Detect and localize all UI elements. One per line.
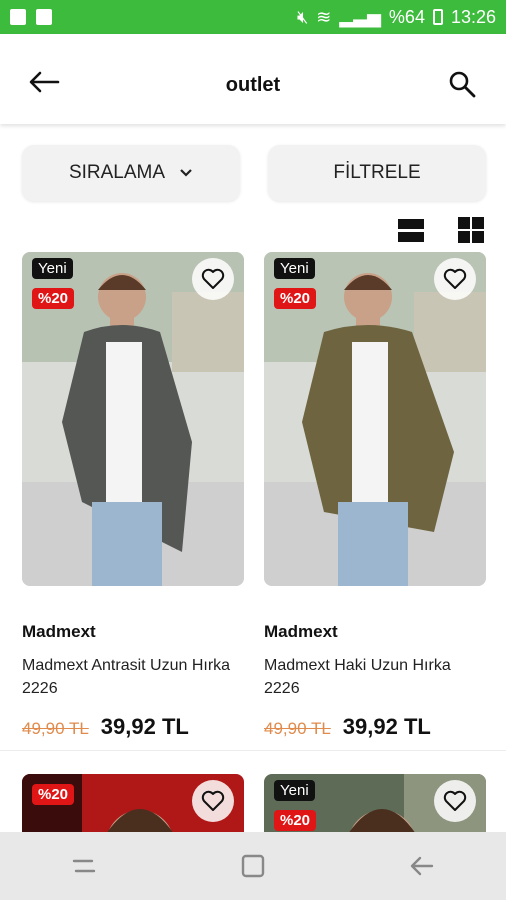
status-bar: 🔇︎ ≋ ▂▃▅ %64 13:26: [0, 0, 506, 34]
new-badge: Yeni: [32, 258, 73, 279]
signal-icon: ▂▃▅: [339, 6, 381, 27]
product-prices: 49,90 TL 39,92 TL: [264, 714, 486, 740]
favorite-button[interactable]: [192, 780, 234, 822]
app-bar: outlet: [0, 34, 506, 124]
home-icon: [241, 854, 265, 878]
grid-view-icon[interactable]: [456, 215, 486, 245]
back-icon: [410, 856, 433, 876]
product-image[interactable]: Yeni %20: [264, 252, 486, 586]
view-toggles: [396, 215, 486, 245]
battery-icon: [432, 9, 443, 25]
chevron-down-icon: [179, 165, 193, 181]
favorite-button[interactable]: [434, 258, 476, 300]
favorite-button[interactable]: [192, 258, 234, 300]
current-price: 39,92 TL: [100, 714, 189, 739]
discount-badge: %20: [32, 784, 75, 805]
product-card[interactable]: Yeni %20 Madmext Madmext Antrasit Uzun H…: [22, 252, 244, 740]
product-card[interactable]: Yeni %20 Madmext Madmext Haki Uzun Hırka…: [264, 252, 486, 740]
heart-icon: [443, 790, 467, 811]
current-price: 39,92 TL: [342, 714, 431, 739]
search-icon[interactable]: [448, 70, 476, 98]
sort-button[interactable]: SIRALAMA: [22, 145, 240, 201]
list-view-icon[interactable]: [396, 215, 426, 245]
sort-filter-bar: SIRALAMA FİLTRELE: [22, 145, 486, 201]
clock: 13:26: [450, 6, 496, 27]
battery-percent: %64: [388, 6, 425, 27]
recent-apps-button[interactable]: [64, 846, 104, 886]
product-brand: Madmext: [22, 622, 96, 641]
recent-apps-icon: [73, 859, 96, 873]
discount-badge: %20: [32, 288, 75, 309]
product-name[interactable]: Madmext Haki Uzun Hırka 2226: [264, 654, 486, 700]
heart-icon: [201, 268, 225, 289]
product-brand: Madmext: [264, 622, 338, 641]
notification-icon: [10, 9, 26, 25]
system-nav-bar: [0, 832, 506, 900]
new-badge: Yeni: [274, 258, 315, 279]
sort-label: SIRALAMA: [68, 162, 166, 183]
heart-icon: [201, 790, 225, 811]
discount-badge: %20: [274, 810, 317, 831]
page-title: outlet: [225, 74, 281, 96]
heart-icon: [443, 268, 467, 289]
new-badge: Yeni: [274, 780, 315, 801]
filter-label: FİLTRELE: [333, 162, 421, 183]
home-button[interactable]: [233, 846, 273, 886]
old-price: 49,90 TL: [22, 719, 89, 738]
back-button[interactable]: [402, 846, 442, 886]
discount-badge: %20: [274, 288, 317, 309]
image-icon: [36, 9, 52, 25]
filter-button[interactable]: FİLTRELE: [268, 145, 486, 201]
mute-icon: 🔇︎: [296, 6, 309, 27]
wifi-icon: ≋: [316, 6, 332, 27]
product-name[interactable]: Madmext Antrasit Uzun Hırka 2226: [22, 654, 244, 700]
row-divider: [0, 750, 506, 751]
product-image[interactable]: Yeni %20: [22, 252, 244, 586]
old-price: 49,90 TL: [264, 719, 331, 738]
product-prices: 49,90 TL 39,92 TL: [22, 714, 244, 740]
favorite-button[interactable]: [434, 780, 476, 822]
